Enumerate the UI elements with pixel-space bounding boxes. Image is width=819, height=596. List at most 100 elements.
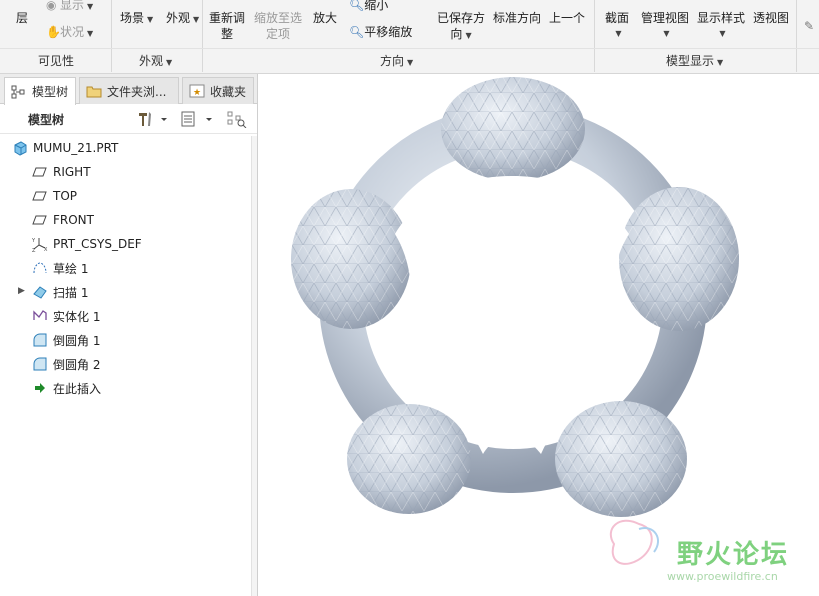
tree-item-front[interactable]: FRONT (0, 208, 252, 232)
tree-item-label: 草绘 1 (53, 261, 89, 276)
tree-item-label: MUMU_21.PRT (33, 141, 119, 155)
edit-icon[interactable]: ✎ (804, 18, 814, 34)
model-tree: MUMU_21.PRT RIGHT TOP FRONT Y X Z PRT_CSYS… (0, 136, 252, 400)
tree-item-sweep[interactable]: ▶ 扫描 1 (0, 280, 252, 304)
pan-zoom-icon: 🔍︎ (349, 25, 365, 39)
group-visibility[interactable]: 可见性 (38, 52, 74, 69)
tree-item-label: 在此插入 (53, 381, 102, 396)
perspective-button[interactable]: 透视图 (753, 10, 789, 26)
model-render (291, 77, 739, 565)
tree-item-solidify[interactable]: 实体化 1 (0, 304, 252, 328)
round-icon (32, 356, 48, 372)
show-label: 显示 (60, 0, 85, 12)
group-appearance[interactable]: 外观 ▼ (139, 52, 172, 69)
display-style-button[interactable]: 显示样式 ▼ (697, 10, 745, 42)
ribbon: 层 ◉ 显示 ▼ ✋状况 ▼ 场景 ▼ 外观 ▼ 重新调 整 缩放至选 定项 放大 🔍︎缩… (0, 0, 819, 74)
svg-text:Z: Z (32, 248, 36, 252)
insert-here-icon (32, 380, 48, 396)
watermark-url: www.proewildfire.cn (667, 570, 778, 583)
csys-icon: Y X Z (31, 236, 48, 254)
refit-label-2: 整 (221, 27, 234, 41)
status-icon: ✋ (46, 25, 61, 39)
refit-button[interactable]: 重新调 整 (209, 10, 245, 42)
group-orientation[interactable]: 方向 ▼ (380, 52, 413, 69)
pan-zoom-label: 平移缩放 (364, 25, 413, 39)
tab-favorites-label: 收藏夹 (210, 84, 247, 99)
tree-item-insert-here[interactable]: 在此插入 (0, 376, 252, 400)
flower-ring-model (291, 77, 739, 517)
graphics-viewport[interactable]: 野火论坛 www.proewildfire.cn (259, 74, 819, 596)
svg-text:Y: Y (32, 238, 36, 244)
saved-label-2: 向 (450, 27, 463, 41)
part-icon (12, 140, 28, 156)
tree-item-right[interactable]: RIGHT (0, 160, 252, 184)
tree-item-part[interactable]: MUMU_21.PRT (0, 136, 252, 160)
tree-item-top[interactable]: TOP (0, 184, 252, 208)
standard-orientation-button[interactable]: 标准方向 (493, 10, 541, 26)
group-model-display-label: 模型显示 (666, 54, 715, 68)
panel-scrollbar[interactable] (251, 136, 257, 596)
refit-label: 重新调 (209, 11, 246, 25)
group-orientation-label: 方向 (380, 54, 405, 68)
saved-label: 已保存方 (437, 11, 486, 25)
sketch-icon (32, 260, 48, 276)
status-label: 状况 (60, 25, 85, 39)
datum-plane-icon (32, 212, 48, 228)
tree-item-round-2[interactable]: 倒圆角 2 (0, 352, 252, 376)
chevron-down-icon: ▼ (663, 29, 670, 38)
tree-filter-icon[interactable] (226, 110, 248, 131)
appearance-label: 外观 (166, 11, 191, 25)
tree-item-csys[interactable]: Y X Z PRT_CSYS_DEF (0, 232, 252, 256)
manage-views-button[interactable]: 管理视图 ▼ (641, 10, 689, 42)
navigator-panel: 模型树 文件夹浏... ★ 收藏夹 模型树 MUMU_21.PRT RIGHT … (0, 74, 258, 596)
scene-label: 场景 (120, 11, 145, 25)
lobe-top (441, 77, 585, 181)
folder-icon (86, 84, 102, 98)
tree-item-label: 实体化 1 (53, 309, 101, 324)
zoom-in-button[interactable]: 放大 (313, 10, 337, 26)
datum-plane-icon (32, 164, 48, 180)
watermark (609, 519, 659, 565)
tab-favorites[interactable]: ★ 收藏夹 (182, 77, 254, 104)
zoom-out-button[interactable]: 🔍︎缩小 (349, 0, 388, 13)
tree-item-label: 扫描 1 (53, 285, 89, 300)
zoom-to-selected-button[interactable]: 缩放至选 定项 (254, 10, 302, 42)
favorites-icon: ★ (189, 84, 205, 98)
eye-icon: ◉ (46, 0, 57, 12)
previous-view-button[interactable]: 上一个 (549, 10, 585, 26)
std-orient-label: 标准方向 (493, 11, 542, 25)
manage-views-label: 管理视图 (641, 11, 690, 25)
show-button[interactable]: ◉ 显示 ▼ (46, 0, 93, 15)
chevron-down-icon: ▼ (615, 29, 622, 38)
show-menu-icon[interactable] (180, 110, 216, 131)
tree-item-round-1[interactable]: 倒圆角 1 (0, 328, 252, 352)
tree-item-label: TOP (53, 189, 78, 203)
model-tree-title: 模型树 (28, 113, 65, 127)
zoom-out-label: 缩小 (364, 0, 389, 12)
tab-folder-browser[interactable]: 文件夹浏... (79, 77, 179, 104)
section-button[interactable]: 截面 ▼ (605, 10, 629, 42)
tree-item-label: 倒圆角 1 (53, 333, 101, 348)
appearance-button[interactable]: 外观 ▼ (166, 10, 199, 28)
group-model-display[interactable]: 模型显示 ▼ (666, 52, 723, 69)
chevron-down-icon: ▼ (719, 29, 726, 38)
lobe-bottom-left (347, 404, 471, 514)
watermark-brand: 野火论坛 (677, 540, 790, 570)
watermark-logo-icon (609, 519, 659, 565)
lobe-bottom-right (555, 401, 687, 517)
group-appearance-label: 外观 (139, 54, 164, 68)
settings-tools-icon[interactable] (136, 110, 168, 131)
svg-text:X: X (44, 247, 48, 252)
expand-arrow-icon[interactable]: ▶ (18, 286, 25, 296)
layer-button[interactable]: 层 (16, 10, 28, 26)
pan-zoom-button[interactable]: 🔍︎平移缩放 (349, 24, 412, 40)
status-button[interactable]: ✋状况 ▼ (46, 24, 93, 42)
tab-model-tree[interactable]: 模型树 (4, 77, 76, 105)
saved-orientations-button[interactable]: 已保存方 向 ▼ (437, 10, 485, 44)
datum-plane-icon (32, 188, 48, 204)
tree-item-sketch[interactable]: 草绘 1 (0, 256, 252, 280)
tree-item-label: PRT_CSYS_DEF (53, 237, 142, 251)
zoom-selected-label-2: 定项 (266, 27, 291, 41)
scene-button[interactable]: 场景 ▼ (120, 10, 153, 28)
tree-item-label: RIGHT (53, 165, 91, 179)
